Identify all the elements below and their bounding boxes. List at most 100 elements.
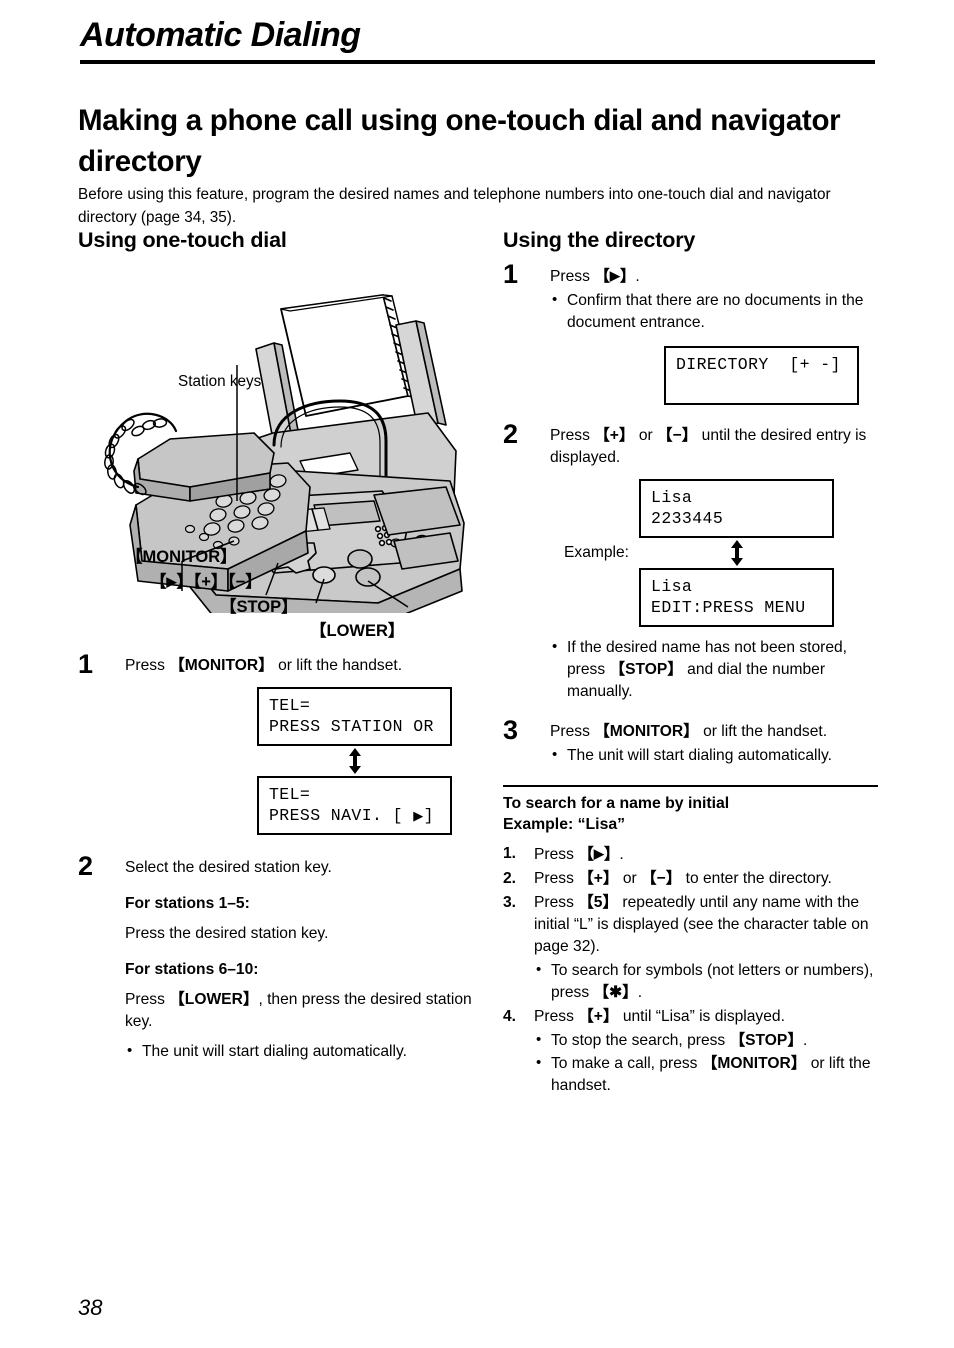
right-arrow-icon: ▶ bbox=[166, 574, 177, 589]
search-step-3: 3. Press 【5】 repeatedly until any name wi… bbox=[503, 892, 878, 1004]
lcd-display-lisa-edit: Lisa EDIT:PRESS MENU bbox=[639, 568, 835, 627]
step-text: Press 【+】 or 【−】 until the desired entry… bbox=[550, 425, 878, 469]
search-step-1: 1. Press 【▶】. bbox=[503, 843, 878, 866]
text-after: until “Lisa” is displayed. bbox=[618, 1008, 785, 1025]
search-steps-list: 1. Press 【▶】. 2. Press 【+】 or 【−】 to enter… bbox=[503, 843, 878, 1097]
lcd-line-1: TEL= bbox=[269, 696, 311, 715]
text-after: . bbox=[802, 1032, 808, 1049]
figure-callout-station-keys: Station keys bbox=[178, 373, 262, 390]
bullet-item: To make a call, press 【MONITOR】 or lift … bbox=[534, 1052, 878, 1097]
example-label: Example: bbox=[564, 544, 630, 561]
lcd-line-2: PRESS STATION OR bbox=[269, 717, 434, 736]
lcd-group-directory: DIRECTORY [+ -] bbox=[664, 346, 859, 405]
minus-key-label: 【−】 bbox=[641, 870, 682, 887]
left-step-2: 2 Select the desired station key. For st… bbox=[78, 851, 478, 1063]
right-arrow-icon: ▶ bbox=[609, 268, 620, 283]
text-before: Press bbox=[534, 894, 579, 911]
step-text-after: or lift the handset. bbox=[273, 657, 403, 674]
left-step-2-bullets: The unit will start dialing automaticall… bbox=[125, 1040, 478, 1063]
intro-paragraph: Before using this feature, program the d… bbox=[78, 186, 831, 227]
bullet-item: Confirm that there are no documents in t… bbox=[550, 289, 878, 334]
step-number: 2 bbox=[78, 851, 94, 881]
lcd-line-2 bbox=[676, 376, 686, 395]
example-row: Example: Lisa 2233445 Lisa EDIT:PRESS ME… bbox=[564, 479, 878, 627]
lcd-display-directory: DIRECTORY [+ -] bbox=[664, 346, 859, 405]
text-before: Press bbox=[534, 1008, 579, 1025]
search-step-4-bullets: To stop the search, press 【STOP】. To mak… bbox=[534, 1029, 878, 1097]
text-before: Press bbox=[125, 991, 170, 1008]
document-page: Automatic Dialing Making a phone call us… bbox=[0, 0, 954, 1348]
text-after: . bbox=[635, 268, 640, 285]
step-number: 3 bbox=[503, 715, 519, 745]
text-before: Press bbox=[534, 846, 579, 863]
right-step-2: 2 Press 【+】 or 【−】 until the desired ent… bbox=[503, 419, 878, 703]
text-mid: or bbox=[618, 870, 642, 887]
text-before: Press bbox=[534, 870, 579, 887]
arrow-key-label: 【▶】 bbox=[594, 268, 636, 285]
bullet-item: The unit will start dialing automaticall… bbox=[125, 1040, 478, 1063]
text-after: to enter the directory. bbox=[681, 870, 832, 887]
lcd-line-1: Lisa bbox=[651, 488, 693, 507]
plus-key-label: 【+】 bbox=[578, 1008, 619, 1025]
lcd-line-2: 2233445 bbox=[651, 509, 724, 528]
page-title: Making a phone call using one-touch dial… bbox=[78, 103, 841, 178]
step-number: 1 bbox=[78, 649, 94, 679]
lcd-display-tel-navi: TEL= PRESS NAVI. [ ▶] bbox=[257, 776, 452, 835]
bullet-item: If the desired name has not been stored,… bbox=[550, 636, 878, 703]
right-column-heading: Using the directory bbox=[503, 228, 696, 252]
bullet-item: To search for symbols (not letters or nu… bbox=[534, 959, 878, 1004]
search-heading-line2: Example: “Lisa” bbox=[503, 816, 626, 833]
left-step-1: 1 Press 【MONITOR】 or lift the handset. T… bbox=[78, 649, 478, 835]
header-rule bbox=[80, 60, 875, 64]
lower-key-label: 【LOWER】 bbox=[169, 991, 259, 1008]
right-arrow-icon: ▶ bbox=[593, 846, 604, 861]
text-after: or lift the handset. bbox=[698, 723, 828, 740]
bullet-item: To stop the search, press 【STOP】. bbox=[534, 1029, 878, 1052]
stop-key-label: 【STOP】 bbox=[729, 1032, 803, 1049]
stations-6-10-heading: For stations 6–10: bbox=[125, 961, 259, 978]
step-text: Select the desired station key. bbox=[125, 859, 332, 876]
asterisk-key-label: 【✱】 bbox=[593, 984, 638, 1001]
double-arrow-svg bbox=[730, 540, 743, 566]
list-number: 2. bbox=[503, 870, 517, 887]
lcd-display-lisa-number: Lisa 2233445 bbox=[639, 479, 835, 538]
monitor-key-label: 【MONITOR】 bbox=[169, 657, 274, 674]
lcd-line-1: DIRECTORY [+ -] bbox=[676, 355, 841, 374]
text-before: To stop the search, press bbox=[551, 1032, 730, 1049]
right-step-2-bullets: If the desired name has not been stored,… bbox=[550, 636, 878, 703]
text-after: . bbox=[637, 984, 643, 1001]
text-mid: or bbox=[634, 427, 658, 444]
search-step-3-bullets: To search for symbols (not letters or nu… bbox=[534, 959, 878, 1004]
list-number: 4. bbox=[503, 1008, 517, 1025]
lcd-line-1: Lisa bbox=[651, 577, 693, 596]
right-step-3-bullets: The unit will start dialing automaticall… bbox=[550, 744, 878, 767]
fax-machine-figure: Station keys 【MONITOR】 【▶】【+】【−】 【STOP】 … bbox=[78, 259, 478, 649]
step-number: 1 bbox=[503, 259, 519, 289]
monitor-key-label: 【MONITOR】 bbox=[594, 723, 699, 740]
stop-key-label: 【STOP】 bbox=[609, 661, 683, 678]
list-number: 3. bbox=[503, 894, 517, 911]
lcd-line-2: PRESS NAVI. [ ▶] bbox=[269, 806, 434, 825]
plus-key-label: 【+】 bbox=[578, 870, 619, 887]
lcd-display-tel-station: TEL= PRESS STATION OR bbox=[257, 687, 452, 746]
right-column: Using the directory 1 Press 【▶】. Confirm… bbox=[503, 228, 878, 1099]
lcd-line-1: TEL= bbox=[269, 785, 311, 804]
five-key-label: 【5】 bbox=[578, 894, 619, 911]
lcd-group-1: TEL= PRESS STATION OR TEL= PRESS NAVI. [… bbox=[257, 687, 452, 835]
text-before: Press bbox=[550, 268, 595, 285]
stations-1-5-text: Press the desired station key. bbox=[125, 925, 329, 942]
chapter-title: Automatic Dialing bbox=[80, 16, 361, 54]
lcd-line-2: EDIT:PRESS MENU bbox=[651, 598, 806, 617]
search-step-2: 2. Press 【+】 or 【−】 to enter the director… bbox=[503, 868, 878, 890]
bullet-item: The unit will start dialing automaticall… bbox=[550, 744, 878, 767]
text-before: Press bbox=[550, 723, 595, 740]
left-column-heading: Using one-touch dial bbox=[78, 228, 287, 252]
step-text: Press 【▶】. bbox=[550, 265, 878, 288]
stations-1-5-heading: For stations 1–5: bbox=[125, 895, 250, 912]
figure-callout-arrow-plus-minus: 【▶】【+】【−】 bbox=[150, 573, 262, 591]
step-text: Press 【MONITOR】 or lift the handset. bbox=[125, 655, 478, 677]
search-step-4: 4. Press 【+】 until “Lisa” is displayed. T… bbox=[503, 1006, 878, 1097]
arrow-key-label: 【▶】 bbox=[578, 846, 620, 863]
section-divider bbox=[503, 785, 878, 787]
step-text-before: Press bbox=[125, 657, 170, 674]
